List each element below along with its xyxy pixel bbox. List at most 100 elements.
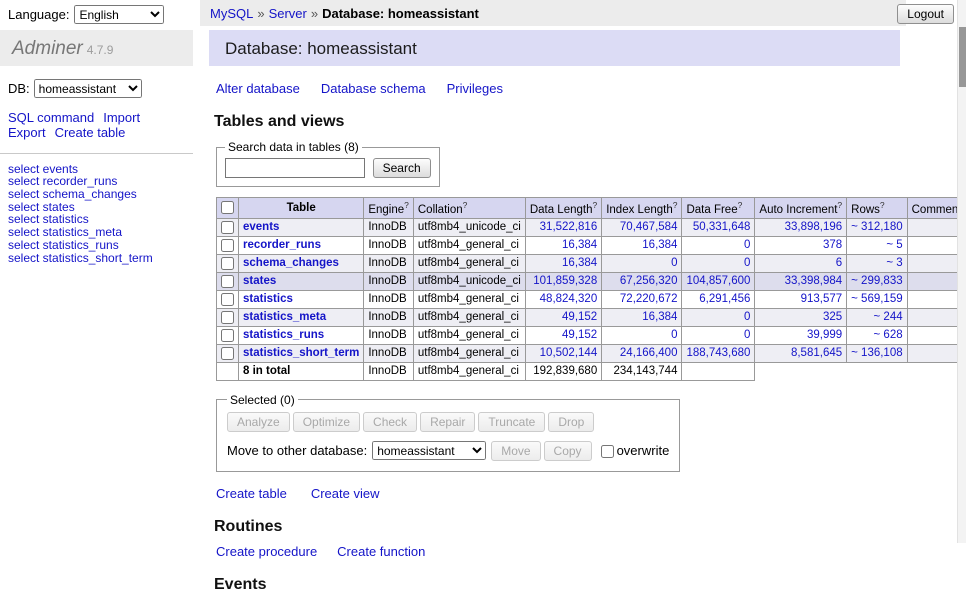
table-name-link[interactable]: statistics_short_term (243, 347, 359, 359)
index-length-link[interactable]: 0 (671, 257, 677, 269)
breadcrumb-link-server[interactable]: Server (269, 6, 307, 21)
data-length-link[interactable]: 49,152 (562, 311, 597, 323)
row-checkbox[interactable] (221, 221, 234, 234)
create-view-link[interactable]: Create view (311, 486, 380, 501)
table-name-link[interactable]: statistics_meta (243, 311, 326, 323)
index-length-link[interactable]: 70,467,584 (620, 221, 678, 233)
auto-increment-link[interactable]: 913,577 (801, 293, 843, 305)
auto-increment-link[interactable]: 33,398,984 (785, 275, 843, 287)
sidebar-link-sql-command[interactable]: SQL command (8, 110, 94, 125)
row-checkbox[interactable] (221, 293, 234, 306)
help-link[interactable]: ? (837, 200, 842, 210)
index-length-link[interactable]: 72,220,672 (620, 293, 678, 305)
database-schema-link[interactable]: Database schema (321, 81, 426, 96)
privileges-link[interactable]: Privileges (447, 81, 503, 96)
index-length-link[interactable]: 0 (671, 329, 677, 341)
data-free-link[interactable]: 0 (744, 239, 750, 251)
auto-increment-link[interactable]: 39,999 (807, 329, 842, 341)
db-select[interactable]: homeassistant (34, 79, 142, 98)
create-function-link[interactable]: Create function (337, 544, 425, 559)
auto-increment-link[interactable]: 8,581,645 (791, 347, 842, 359)
sidebar-link-export[interactable]: Export (8, 125, 46, 140)
data-length-link[interactable]: 101,859,328 (533, 275, 597, 287)
create-table-link[interactable]: Create table (216, 486, 287, 501)
help-link[interactable]: ? (463, 200, 468, 210)
data-length-link[interactable]: 10,502,144 (540, 347, 598, 359)
repair-button[interactable]: Repair (420, 412, 475, 432)
sidebar-table-link[interactable]: select schema_changes (8, 188, 185, 201)
rows-link[interactable]: ~ 569,159 (851, 293, 902, 305)
help-link[interactable]: ? (592, 200, 597, 210)
search-button[interactable]: Search (373, 158, 431, 178)
analyze-button[interactable]: Analyze (227, 412, 290, 432)
rows-link[interactable]: ~ 3 (886, 257, 902, 269)
data-free-link[interactable]: 50,331,648 (693, 221, 751, 233)
data-free-link[interactable]: 0 (744, 311, 750, 323)
table-name-link[interactable]: recorder_runs (243, 239, 321, 251)
rows-link[interactable]: ~ 244 (874, 311, 903, 323)
auto-increment-link[interactable]: 325 (823, 311, 842, 323)
auto-increment-link[interactable]: 378 (823, 239, 842, 251)
index-length-link[interactable]: 67,256,320 (620, 275, 678, 287)
create-procedure-link[interactable]: Create procedure (216, 544, 317, 559)
table-name-link[interactable]: events (243, 221, 279, 233)
rows-link[interactable]: ~ 312,180 (851, 221, 902, 233)
check-button[interactable]: Check (363, 412, 417, 432)
app-name-link[interactable]: Adminer (12, 38, 83, 59)
table-name-link[interactable]: states (243, 275, 276, 287)
index-length-link[interactable]: 16,384 (642, 239, 677, 251)
table-name-link[interactable]: statistics_runs (243, 329, 324, 341)
data-length-link[interactable]: 31,522,816 (540, 221, 598, 233)
scrollbar-thumb[interactable] (959, 27, 966, 87)
auto-increment-link[interactable]: 6 (836, 257, 842, 269)
rows-link[interactable]: ~ 628 (874, 329, 903, 341)
overwrite-checkbox[interactable] (601, 445, 614, 458)
table-name-link[interactable]: schema_changes (243, 257, 339, 269)
help-link[interactable]: ? (738, 200, 743, 210)
move-button[interactable]: Move (491, 441, 540, 461)
move-row: Move to other database:homeassistantMove… (227, 441, 669, 461)
index-length-link[interactable]: 16,384 (642, 311, 677, 323)
language-select[interactable]: English (74, 5, 164, 24)
data-length-link[interactable]: 16,384 (562, 257, 597, 269)
data-free-link[interactable]: 0 (744, 329, 750, 341)
sidebar-link-create-table[interactable]: Create table (55, 125, 126, 140)
row-checkbox[interactable] (221, 239, 234, 252)
index-length-link[interactable]: 24,166,400 (620, 347, 678, 359)
row-checkbox[interactable] (221, 347, 234, 360)
sidebar-table-link[interactable]: select statistics_short_term (8, 252, 185, 265)
rows-link[interactable]: ~ 136,108 (851, 347, 902, 359)
help-link[interactable]: ? (880, 200, 885, 210)
data-length-link[interactable]: 49,152 (562, 329, 597, 341)
data-free-link[interactable]: 188,743,680 (686, 347, 750, 359)
sidebar-table-link[interactable]: select statistics_meta (8, 226, 185, 239)
copy-button[interactable]: Copy (544, 441, 592, 461)
logout-button[interactable]: Logout (897, 4, 954, 24)
breadcrumb-link-mysql[interactable]: MySQL (210, 6, 253, 21)
row-checkbox[interactable] (221, 257, 234, 270)
row-checkbox[interactable] (221, 275, 234, 288)
rows-link[interactable]: ~ 5 (886, 239, 902, 251)
select-all-checkbox[interactable] (221, 201, 234, 214)
data-free-link[interactable]: 6,291,456 (699, 293, 750, 305)
drop-button[interactable]: Drop (548, 412, 594, 432)
scrollbar-track[interactable] (957, 0, 966, 543)
row-checkbox[interactable] (221, 329, 234, 342)
table-name-link[interactable]: statistics (243, 293, 293, 305)
rows-link[interactable]: ~ 299,833 (851, 275, 902, 287)
row-checkbox[interactable] (221, 311, 234, 324)
optimize-button[interactable]: Optimize (293, 412, 360, 432)
sidebar-table-link[interactable]: select statistics_runs (8, 239, 185, 252)
help-link[interactable]: ? (404, 200, 409, 210)
data-free-link[interactable]: 104,857,600 (686, 275, 750, 287)
sidebar-link-import[interactable]: Import (103, 110, 140, 125)
help-link[interactable]: ? (673, 200, 678, 210)
truncate-button[interactable]: Truncate (478, 412, 545, 432)
data-free-link[interactable]: 0 (744, 257, 750, 269)
auto-increment-link[interactable]: 33,898,196 (785, 221, 843, 233)
search-input[interactable] (225, 158, 365, 178)
data-length-link[interactable]: 48,824,320 (540, 293, 598, 305)
alter-database-link[interactable]: Alter database (216, 81, 300, 96)
move-db-select[interactable]: homeassistant (372, 441, 486, 460)
data-length-link[interactable]: 16,384 (562, 239, 597, 251)
